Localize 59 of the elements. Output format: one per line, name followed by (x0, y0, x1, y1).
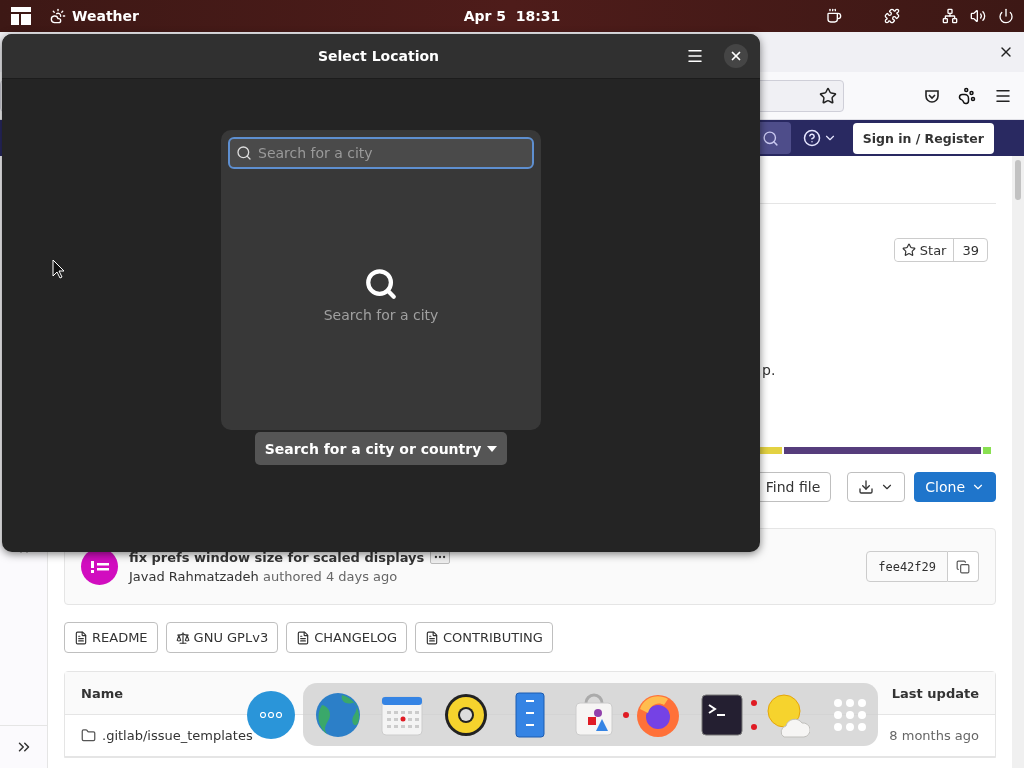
commit-hash[interactable]: fee42f29 (866, 551, 948, 582)
copy-button[interactable] (948, 551, 979, 582)
network-icon[interactable] (942, 8, 958, 24)
close-icon (729, 49, 743, 63)
document-icon (425, 630, 439, 645)
close-button[interactable] (724, 44, 748, 68)
star-control[interactable]: Star 39 (893, 238, 988, 262)
activities-icon[interactable] (10, 6, 32, 26)
folder-icon (81, 728, 96, 743)
download-button[interactable] (847, 472, 906, 502)
sign-in-button[interactable]: Sign in / Register (852, 122, 994, 154)
running-indicator (751, 699, 757, 706)
copy-icon (956, 559, 970, 574)
download-icon (858, 479, 875, 495)
puzzle-icon[interactable] (884, 8, 900, 24)
file-link-button[interactable]: README (64, 622, 158, 653)
star-icon[interactable] (819, 86, 837, 105)
document-icon (296, 630, 311, 645)
star-button[interactable]: Star (894, 239, 955, 261)
clock[interactable]: Apr 5 18:31 (463, 8, 561, 24)
menu-icon (686, 47, 704, 65)
running-indicator (751, 723, 757, 730)
pocket-icon[interactable] (924, 87, 940, 104)
search-mode-button[interactable]: Search for a city or country (254, 432, 508, 465)
help-button[interactable] (802, 129, 837, 147)
file-link-button[interactable]: CHANGELOG (286, 622, 407, 653)
file-link-button[interactable]: GNU GPLv3 (165, 622, 279, 653)
description-text: p. (762, 362, 776, 378)
ellipsis-icon (260, 712, 282, 718)
commit-title[interactable]: fix prefs window size for scaled displays (129, 549, 425, 565)
search-icon (364, 267, 398, 301)
running-indicator (623, 711, 629, 718)
date-cell: 8 months ago (889, 728, 979, 743)
document-icon (74, 630, 88, 645)
globe-icon (314, 690, 362, 739)
cup-icon[interactable] (826, 8, 842, 24)
volume-icon[interactable] (970, 8, 986, 24)
dialog-title: Select Location (316, 48, 441, 64)
star-icon (901, 243, 916, 257)
file-name-cell[interactable]: .gitlab/issue_templates (81, 728, 253, 743)
help-icon (802, 129, 821, 147)
paw-icon[interactable] (958, 86, 976, 105)
commit-meta: Javad Rahmatzadeh authored 4 days ago (129, 568, 399, 584)
star-count: 39 (961, 241, 980, 260)
weather-icon (50, 8, 66, 24)
clone-button[interactable]: Clone (914, 472, 996, 502)
column-header: Name (81, 685, 123, 701)
file-link-button[interactable]: CONTRIBUTING (415, 622, 553, 653)
scale-icon (175, 630, 190, 645)
empty-state-text: Search for a city (323, 307, 439, 323)
scrollbar[interactable] (1012, 156, 1024, 768)
pointer-cursor-icon (52, 259, 66, 279)
caret-icon (487, 445, 498, 452)
app-menu[interactable]: Weather (50, 8, 139, 24)
column-header: Last update (891, 685, 979, 701)
power-icon[interactable] (998, 8, 1014, 24)
search-icon (236, 145, 252, 161)
search-field[interactable]: Search for a city (228, 137, 534, 169)
search-icon (762, 129, 780, 147)
